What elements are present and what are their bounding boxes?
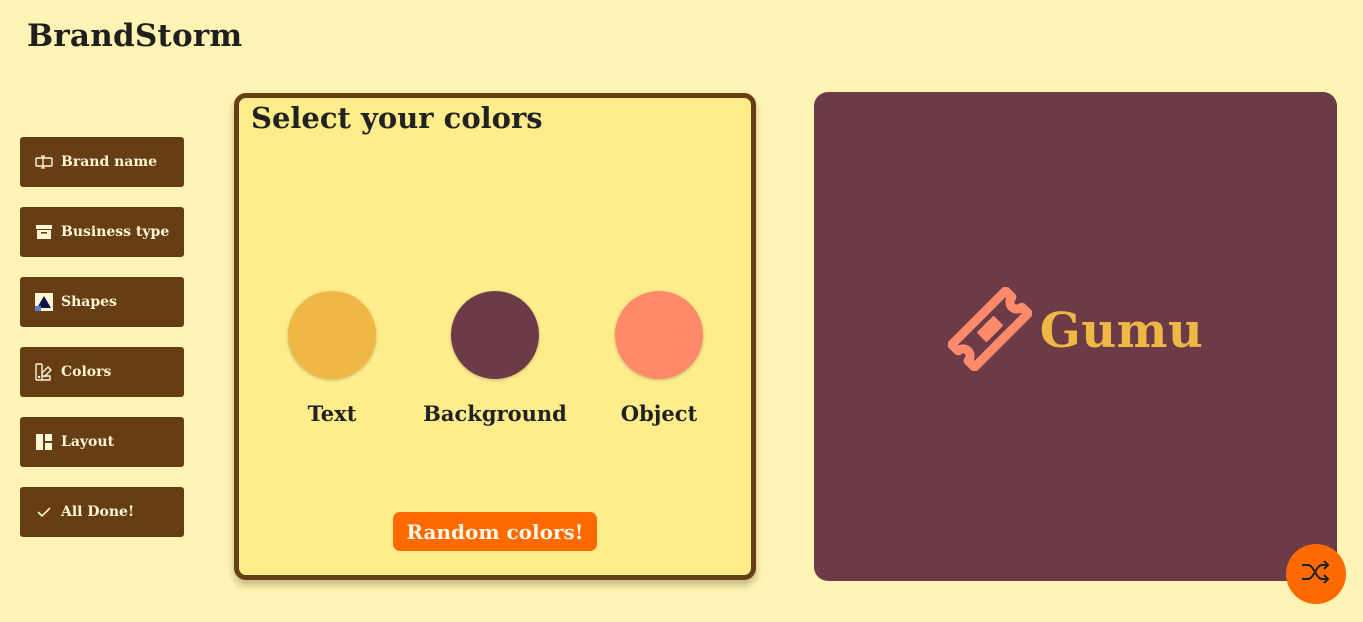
brand-logo: Gumu (947, 285, 1204, 375)
swatch-group-object: Object (579, 291, 739, 426)
sidebar-item-layout[interactable]: Layout (20, 417, 184, 467)
sidebar-item-shapes[interactable]: Shapes (20, 277, 184, 327)
sidebar-item-label: Business type (61, 224, 170, 240)
logo-preview: Gumu (814, 92, 1337, 581)
shapes-icon (35, 293, 53, 311)
sidebar-item-colors[interactable]: Colors (20, 347, 184, 397)
sidebar-item-brand-name[interactable]: Brand name (20, 137, 184, 187)
object-color-swatch[interactable] (615, 291, 703, 379)
swatch-label: Background (423, 401, 567, 426)
swatch-label: Text (307, 401, 357, 426)
swatch-group-background: Background (415, 291, 575, 426)
sidebar-item-label: Colors (61, 364, 112, 380)
shuffle-button[interactable] (1286, 544, 1346, 604)
check-icon (35, 503, 53, 521)
text-cursor-icon (35, 153, 53, 171)
sidebar-item-label: Shapes (61, 294, 117, 310)
sidebar-item-label: Brand name (61, 154, 158, 170)
layout-grid-icon (35, 433, 53, 451)
sidebar-item-label: Layout (61, 434, 115, 450)
brand-name-text: Gumu (1039, 302, 1204, 359)
app-title: BrandStorm (27, 18, 243, 54)
panel-title: Select your colors (251, 101, 543, 135)
swatch-group-text: Text (252, 291, 412, 426)
text-color-swatch[interactable] (288, 291, 376, 379)
palette-icon (35, 363, 53, 381)
color-selection-panel: Select your colors Text Background Objec… (234, 93, 756, 580)
sidebar-item-all-done[interactable]: All Done! (20, 487, 184, 537)
sidebar-item-business-type[interactable]: Business type (20, 207, 184, 257)
random-colors-button[interactable]: Random colors! (393, 512, 597, 551)
background-color-swatch[interactable] (451, 291, 539, 379)
shuffle-icon (1300, 558, 1332, 590)
swatch-label: Object (620, 401, 698, 426)
archive-box-icon (35, 223, 53, 241)
sidebar: Brand name Business type Shapes Colors L… (20, 137, 184, 557)
sidebar-item-label: All Done! (61, 504, 135, 520)
ticket-icon (947, 285, 1033, 375)
